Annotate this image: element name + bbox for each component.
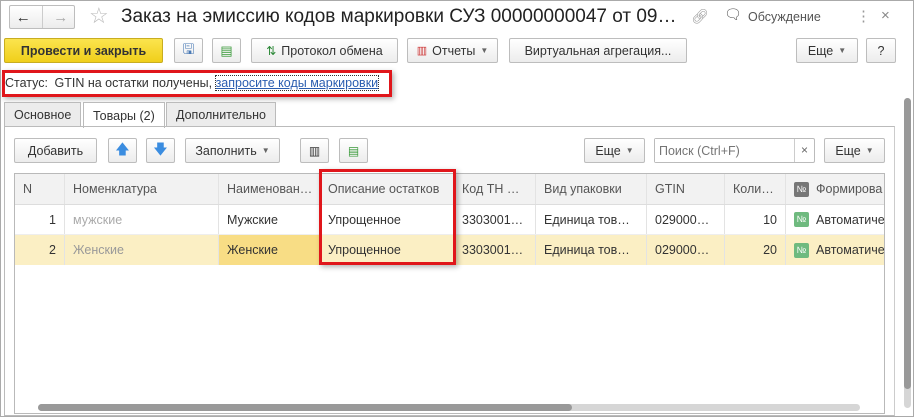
reports-button[interactable]: ▥ Отчеты ▼ bbox=[407, 38, 498, 63]
cell-package-type: Единица тов… bbox=[536, 205, 647, 234]
post-and-close-button[interactable]: Провести и закрыть bbox=[4, 38, 163, 63]
favorite-star-icon[interactable]: ☆ bbox=[89, 3, 109, 29]
status-highlight-box bbox=[2, 70, 392, 97]
window-title: Заказ на эмиссию кодов маркировки СУЗ 00… bbox=[121, 6, 677, 27]
cell-nomenclature: Женские bbox=[65, 235, 219, 265]
move-up-button[interactable]: 🡅 bbox=[108, 138, 137, 163]
cell-gtin: 029000… bbox=[647, 205, 725, 234]
arrow-up-icon: 🡅 bbox=[115, 140, 130, 157]
barcode-icon: ▥ bbox=[308, 143, 321, 158]
cell-name-active: Женские bbox=[219, 235, 320, 265]
back-arrow-icon[interactable]: ← bbox=[10, 9, 37, 26]
cell-quantity: 10 bbox=[725, 205, 786, 234]
col-name[interactable]: Наименован… bbox=[219, 174, 320, 204]
col-n[interactable]: N bbox=[15, 174, 65, 204]
col-package-type[interactable]: Вид упаковки bbox=[536, 174, 647, 204]
cell-quantity: 20 bbox=[725, 235, 786, 265]
cell-tn-code: 3303001… bbox=[454, 205, 536, 234]
exchange-log-button[interactable]: ⇅ Протокол обмена bbox=[251, 38, 398, 63]
vertical-scroll-thumb[interactable] bbox=[904, 98, 911, 390]
move-down-button[interactable]: 🡇 bbox=[146, 138, 175, 163]
chevron-down-icon: ▼ bbox=[625, 146, 634, 155]
cell-nomenclature: мужские bbox=[65, 205, 219, 234]
search-box: × bbox=[654, 138, 815, 163]
search-more-button[interactable]: Еще ▼ bbox=[824, 138, 885, 163]
barcode-search-button[interactable]: ▥ bbox=[300, 138, 329, 163]
cell-n: 1 bbox=[15, 205, 65, 234]
cell-name: Мужские bbox=[219, 205, 320, 234]
col-gtin[interactable]: GTIN bbox=[647, 174, 725, 204]
tab-goods[interactable]: Товары (2) bbox=[83, 102, 165, 128]
table-more-button[interactable]: Еще ▼ bbox=[584, 138, 645, 163]
nav-buttons: ← → bbox=[9, 5, 75, 29]
tab-additional[interactable]: Дополнительно bbox=[166, 102, 276, 127]
horizontal-scrollbar[interactable] bbox=[38, 404, 860, 411]
cell-formation: № Автоматиче bbox=[786, 205, 884, 234]
report-icon: ▥ bbox=[416, 45, 428, 57]
link-icon[interactable]: 🔗︎ bbox=[691, 8, 709, 25]
cell-package-type: Единица тов… bbox=[536, 235, 647, 265]
search-input[interactable] bbox=[655, 139, 794, 162]
horizontal-scroll-thumb[interactable] bbox=[38, 404, 573, 411]
number-icon: № bbox=[794, 181, 809, 197]
number-icon: № bbox=[794, 212, 809, 227]
fill-button[interactable]: Заполнить ▼ bbox=[185, 138, 280, 163]
more-menu-icon[interactable]: ⋮ bbox=[856, 7, 871, 25]
add-button[interactable]: Добавить bbox=[14, 138, 97, 163]
exchange-arrows-icon: ⇅ bbox=[266, 43, 277, 58]
table-load-icon: ▤ bbox=[347, 143, 360, 158]
load-button[interactable]: ▤ bbox=[339, 138, 368, 163]
col-quantity[interactable]: Коли… bbox=[725, 174, 786, 204]
cell-tn-code: 3303001… bbox=[454, 235, 536, 265]
vertical-scrollbar[interactable] bbox=[904, 98, 911, 408]
cell-formation: № Автоматиче bbox=[786, 235, 884, 265]
col-tn-code[interactable]: Код ТН … bbox=[454, 174, 536, 204]
virtual-aggregation-button[interactable]: Виртуальная агрегация... bbox=[509, 38, 687, 63]
clear-search-button[interactable]: × bbox=[794, 139, 814, 162]
chevron-down-icon: ▼ bbox=[838, 46, 847, 55]
cell-gtin: 029000… bbox=[647, 235, 725, 265]
col-formation[interactable]: № Формирова bbox=[786, 174, 884, 204]
discussion-icon[interactable]: 🗨︎ bbox=[724, 6, 742, 23]
forward-arrow-icon[interactable]: → bbox=[48, 9, 75, 26]
save-button[interactable]: 🖫 bbox=[174, 38, 203, 63]
help-button[interactable]: ? bbox=[866, 38, 896, 63]
close-icon[interactable]: × bbox=[881, 7, 890, 24]
number-icon: № bbox=[794, 242, 809, 258]
cell-n: 2 bbox=[15, 235, 65, 265]
col-nomenclature[interactable]: Номенклатура bbox=[65, 174, 219, 204]
chevron-down-icon: ▼ bbox=[865, 146, 874, 155]
chevron-down-icon: ▼ bbox=[261, 146, 270, 155]
chevron-down-icon: ▼ bbox=[480, 46, 489, 55]
column-highlight-box bbox=[319, 169, 456, 265]
post-button[interactable]: ▤ bbox=[212, 38, 241, 63]
post-document-icon: ▤ bbox=[220, 42, 233, 58]
tab-main[interactable]: Основное bbox=[4, 102, 82, 127]
discussion-link[interactable]: Обсуждение bbox=[748, 10, 821, 24]
more-button[interactable]: Еще ▼ bbox=[796, 38, 858, 63]
arrow-down-icon: 🡇 bbox=[153, 140, 168, 157]
save-icon: 🖫 bbox=[182, 40, 195, 57]
